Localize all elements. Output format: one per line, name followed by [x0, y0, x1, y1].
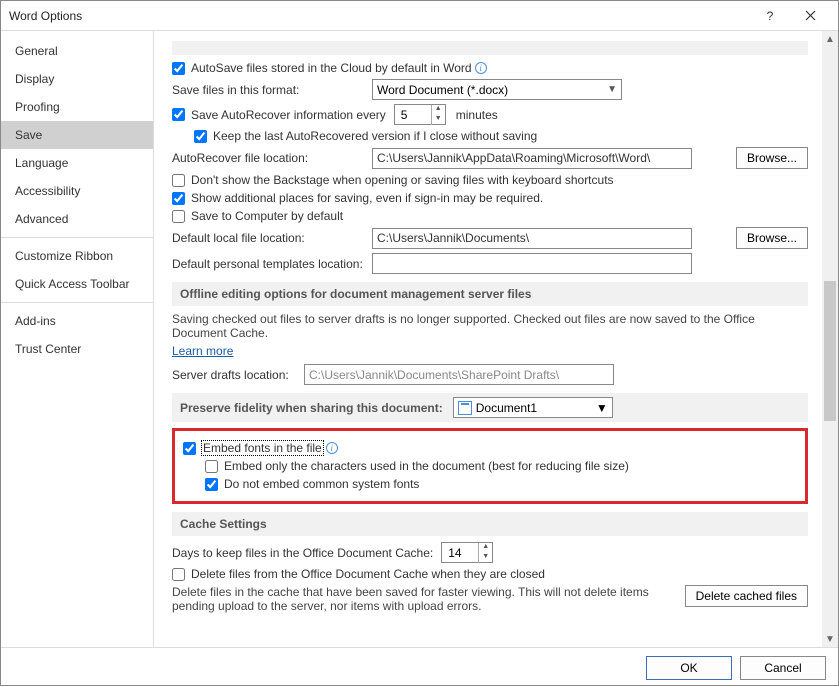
- offline-section-header: Offline editing options for document man…: [172, 282, 808, 306]
- info-icon[interactable]: i: [475, 62, 487, 74]
- embed-only-chars-label: Embed only the characters used in the do…: [224, 459, 629, 473]
- embed-fonts-checkbox[interactable]: [183, 442, 196, 455]
- spin-down-icon[interactable]: ▼: [432, 115, 445, 125]
- preserve-section-header: Preserve fidelity when sharing this docu…: [172, 393, 808, 422]
- sidebar-item-qat[interactable]: Quick Access Toolbar: [1, 270, 153, 298]
- dont-show-backstage-label: Don't show the Backstage when opening or…: [191, 173, 614, 187]
- autosave-cloud-label: AutoSave files stored in the Cloud by de…: [191, 61, 472, 75]
- autorecover-checkbox[interactable]: [172, 108, 185, 121]
- options-pane: AutoSave files stored in the Cloud by de…: [154, 31, 822, 647]
- minutes-label: minutes: [456, 108, 498, 122]
- preserve-header-text: Preserve fidelity when sharing this docu…: [180, 401, 443, 415]
- sidebar-item-advanced[interactable]: Advanced: [1, 205, 153, 233]
- server-drafts-input: [304, 364, 614, 385]
- sidebar-item-proofing[interactable]: Proofing: [1, 93, 153, 121]
- delete-on-close-label: Delete files from the Office Document Ca…: [191, 567, 545, 581]
- cache-days-spinner[interactable]: ▲▼: [441, 542, 493, 563]
- delete-on-close-checkbox[interactable]: [172, 568, 185, 581]
- keep-last-checkbox[interactable]: [194, 130, 207, 143]
- personal-templates-input[interactable]: [372, 253, 692, 274]
- no-common-fonts-checkbox[interactable]: [205, 478, 218, 491]
- scroll-track[interactable]: [822, 47, 838, 631]
- autorecover-location-label: AutoRecover file location:: [172, 151, 372, 165]
- offline-desc-text: Saving checked out files to server draft…: [172, 312, 808, 340]
- embed-only-chars-checkbox[interactable]: [205, 460, 218, 473]
- dont-show-backstage-checkbox[interactable]: [172, 174, 185, 187]
- no-common-fonts-label: Do not embed common system fonts: [224, 477, 419, 491]
- sidebar-item-customize-ribbon[interactable]: Customize Ribbon: [1, 242, 153, 270]
- ok-button[interactable]: OK: [646, 656, 732, 680]
- title-bar: Word Options ?: [1, 1, 838, 31]
- cache-days-label: Days to keep files in the Office Documen…: [172, 546, 433, 560]
- sidebar-item-addins[interactable]: Add-ins: [1, 307, 153, 335]
- chevron-down-icon: ▼: [596, 401, 608, 415]
- cache-days-input[interactable]: [442, 546, 478, 560]
- highlighted-embed-section: Embed fonts in the file i Embed only the…: [172, 428, 808, 504]
- scroll-thumb[interactable]: [824, 281, 836, 421]
- vertical-scrollbar[interactable]: ▲ ▼: [822, 31, 838, 647]
- learn-more-link[interactable]: Learn more: [172, 344, 233, 358]
- dialog-footer: OK Cancel: [1, 647, 838, 687]
- save-format-value: Word Document (*.docx): [377, 83, 508, 97]
- default-local-label: Default local file location:: [172, 231, 372, 245]
- keep-last-label: Keep the last AutoRecovered version if I…: [213, 129, 537, 143]
- preserve-document-value: Document1: [476, 401, 537, 415]
- default-local-input[interactable]: [372, 228, 692, 249]
- embed-fonts-label: Embed fonts in the file: [202, 441, 323, 455]
- sidebar-item-accessibility[interactable]: Accessibility: [1, 177, 153, 205]
- autorecover-label: Save AutoRecover information every: [191, 108, 386, 122]
- dialog-title: Word Options: [9, 9, 750, 23]
- sidebar-separator: [1, 237, 153, 238]
- save-to-computer-label: Save to Computer by default: [191, 209, 343, 223]
- browse-autorecover-button[interactable]: Browse...: [736, 147, 808, 169]
- category-list[interactable]: General Display Proofing Save Language A…: [1, 31, 154, 647]
- spin-up-icon[interactable]: ▲: [432, 105, 445, 115]
- sidebar-item-trust-center[interactable]: Trust Center: [1, 335, 153, 363]
- chevron-down-icon: ▼: [601, 84, 617, 95]
- close-button[interactable]: [790, 1, 830, 31]
- help-button[interactable]: ?: [750, 1, 790, 31]
- personal-templates-label: Default personal templates location:: [172, 257, 372, 271]
- show-additional-places-label: Show additional places for saving, even …: [191, 191, 543, 205]
- scroll-down-icon[interactable]: ▼: [822, 631, 838, 647]
- browse-default-local-button[interactable]: Browse...: [736, 227, 808, 249]
- show-additional-places-checkbox[interactable]: [172, 192, 185, 205]
- save-to-computer-checkbox[interactable]: [172, 210, 185, 223]
- delete-cached-files-button[interactable]: Delete cached files: [685, 585, 808, 607]
- document-icon: [458, 401, 472, 415]
- autorecover-minutes-input[interactable]: [395, 108, 431, 122]
- server-drafts-label: Server drafts location:: [172, 368, 304, 382]
- info-icon[interactable]: i: [326, 442, 338, 454]
- sidebar-separator: [1, 302, 153, 303]
- spin-down-icon[interactable]: ▼: [479, 553, 492, 563]
- preserve-document-combo[interactable]: Document1 ▼: [453, 397, 613, 418]
- save-format-label: Save files in this format:: [172, 83, 372, 97]
- previous-section-edge: [172, 41, 808, 55]
- delete-cache-desc: Delete files in the cache that have been…: [172, 585, 685, 613]
- spin-up-icon[interactable]: ▲: [479, 543, 492, 553]
- save-format-combo[interactable]: Word Document (*.docx) ▼: [372, 79, 622, 100]
- scroll-up-icon[interactable]: ▲: [822, 31, 838, 47]
- sidebar-item-language[interactable]: Language: [1, 149, 153, 177]
- close-icon: [805, 10, 816, 21]
- cache-section-header: Cache Settings: [172, 512, 808, 536]
- autosave-cloud-checkbox[interactable]: [172, 62, 185, 75]
- autorecover-minutes-spinner[interactable]: ▲▼: [394, 104, 446, 125]
- sidebar-item-display[interactable]: Display: [1, 65, 153, 93]
- sidebar-item-general[interactable]: General: [1, 37, 153, 65]
- cancel-button[interactable]: Cancel: [740, 656, 826, 680]
- autorecover-location-input[interactable]: [372, 148, 692, 169]
- sidebar-item-save[interactable]: Save: [1, 121, 153, 149]
